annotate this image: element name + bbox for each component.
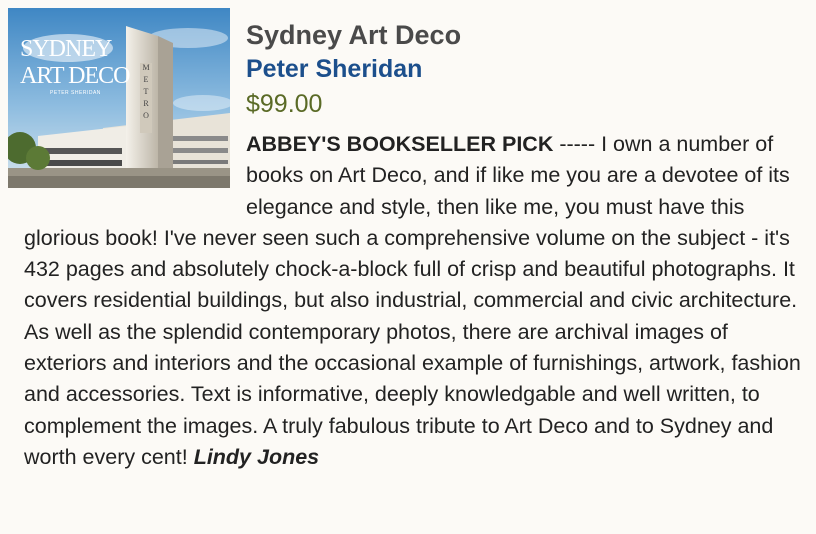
cover-title-line2: ART DECO xyxy=(20,63,130,89)
cover-sign-m: M xyxy=(142,63,149,72)
cover-title-line1: SYDNEY xyxy=(20,36,112,62)
svg-text:R: R xyxy=(143,99,149,108)
svg-text:E: E xyxy=(144,75,149,84)
bookseller-pick-label: ABBEY'S BOOKSELLER PICK xyxy=(246,132,554,156)
svg-text:T: T xyxy=(144,87,149,96)
svg-text:O: O xyxy=(143,111,149,120)
book-listing: M E T R O SYDNEY ART DECO PETER SHERIDAN… xyxy=(0,0,816,534)
cover-author: PETER SHERIDAN xyxy=(50,90,101,96)
book-cover-image[interactable]: M E T R O SYDNEY ART DECO PETER SHERIDAN xyxy=(8,8,230,188)
reviewer-name: Lindy Jones xyxy=(193,444,320,469)
